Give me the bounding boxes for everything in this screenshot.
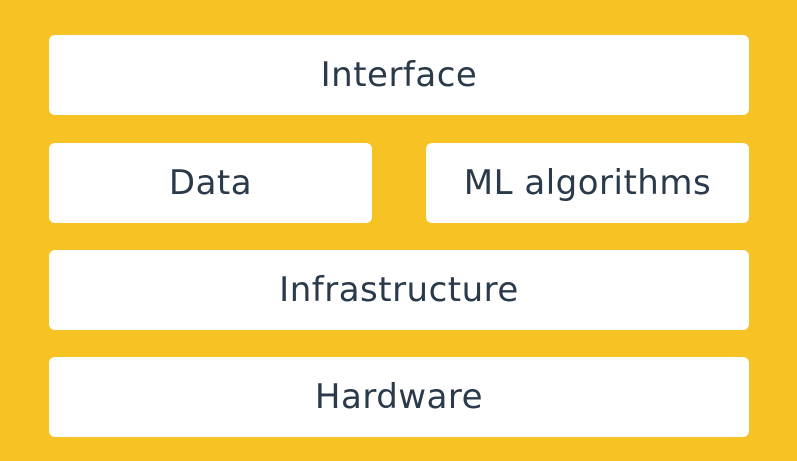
- interface-layer-label: Interface: [320, 55, 478, 95]
- ml-algorithms-layer-box: ML algorithms: [426, 143, 749, 223]
- infrastructure-layer-box: Infrastructure: [49, 250, 749, 330]
- hardware-layer-box: Hardware: [49, 357, 749, 437]
- data-layer-box: Data: [49, 143, 372, 223]
- ml-algorithms-layer-label: ML algorithms: [463, 163, 712, 203]
- hardware-layer-label: Hardware: [314, 377, 484, 417]
- interface-layer-box: Interface: [49, 35, 749, 115]
- infrastructure-layer-label: Infrastructure: [279, 270, 519, 310]
- diagram-canvas: { "diagram": { "background_color": "#F6C…: [0, 0, 797, 461]
- data-layer-label: Data: [168, 163, 253, 203]
